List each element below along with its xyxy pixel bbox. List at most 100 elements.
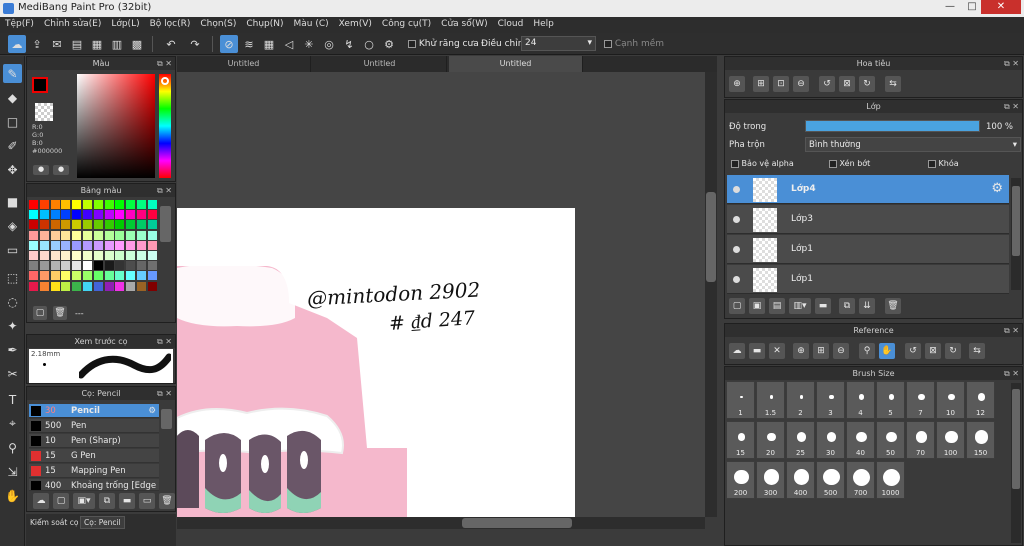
brush-size-cell[interactable]: 1.5 — [756, 381, 785, 419]
palette-swatch[interactable] — [29, 230, 38, 240]
redo-icon[interactable]: ↷ — [186, 35, 204, 53]
document-icon[interactable]: ▦ — [88, 35, 106, 53]
hand-icon[interactable]: ✋ — [879, 343, 895, 359]
flip-icon[interactable]: ⇆ — [969, 343, 985, 359]
menu-window[interactable]: Cửa sổ(W) — [436, 17, 492, 31]
select-pen-icon[interactable]: ✒ — [3, 340, 22, 359]
brush-size-scroll-thumb[interactable] — [1012, 389, 1020, 489]
palette-swatch[interactable] — [72, 251, 82, 260]
clip-option[interactable]: Xén bớt — [829, 159, 870, 168]
eraser-tool-icon[interactable]: ◆ — [3, 88, 22, 107]
palette-swatch[interactable] — [39, 281, 49, 291]
layer-row[interactable]: Lớp1 — [727, 265, 1009, 294]
palette-swatch[interactable] — [115, 251, 125, 260]
curve-snap-icon[interactable]: ↯ — [340, 35, 358, 53]
layer-row[interactable]: Lớp3 — [727, 205, 1009, 234]
eye-icon[interactable] — [733, 186, 740, 193]
flip-icon[interactable]: ⇆ — [885, 76, 901, 92]
layer-row[interactable]: Lớp1 — [727, 235, 1009, 264]
select-eraser-icon[interactable]: ✂ — [3, 364, 22, 383]
hue-slider[interactable] — [159, 74, 171, 178]
palette-swatch[interactable] — [72, 200, 82, 209]
hue-handle[interactable] — [161, 77, 169, 85]
menu-edit[interactable]: Chỉnh sửa(E) — [39, 17, 106, 31]
palette-swatch[interactable] — [29, 281, 38, 291]
palette-swatch[interactable] — [93, 240, 103, 250]
antialias-option[interactable]: Khử răng cưa — [408, 39, 479, 49]
palette-swatch[interactable] — [39, 220, 49, 230]
palette-swatch[interactable] — [61, 200, 71, 209]
antialias-checkbox[interactable] — [408, 39, 416, 48]
palette-swatch[interactable] — [137, 281, 146, 291]
palette-swatch[interactable] — [137, 251, 146, 260]
menu-color[interactable]: Màu (C) — [289, 17, 334, 31]
palette-swatch[interactable] — [115, 261, 125, 271]
protect-alpha-checkbox[interactable] — [731, 159, 739, 168]
list-icon[interactable]: ▥ — [108, 35, 126, 53]
palette-swatch[interactable] — [137, 271, 146, 281]
palette-swatch[interactable] — [126, 200, 136, 209]
palette-swatch[interactable] — [29, 251, 38, 260]
menu-file[interactable]: Tệp(F) — [0, 17, 39, 31]
palette-swatch[interactable] — [104, 230, 114, 240]
new-layer-icon[interactable]: ▢ — [729, 298, 745, 314]
panel-close-icon[interactable]: ⧉ ✕ — [157, 335, 172, 348]
merge-layer-icon[interactable]: ⇊ — [859, 298, 875, 314]
palette-swatch[interactable] — [83, 200, 92, 209]
panel-close-icon[interactable]: ⧉ ✕ — [1004, 324, 1019, 337]
fill-rect-tool-icon[interactable]: ■ — [3, 192, 22, 211]
palette-swatch[interactable] — [72, 240, 82, 250]
palette-swatch[interactable] — [147, 220, 157, 230]
panel-close-icon[interactable]: ⧉ ✕ — [157, 387, 172, 400]
adjust-dropdown[interactable]: 24 ▾ — [521, 36, 596, 51]
palette-swatch[interactable] — [93, 230, 103, 240]
palette-swatch[interactable] — [104, 210, 114, 220]
panel-close-icon[interactable]: ⧉ ✕ — [1004, 100, 1019, 113]
close-icon[interactable]: ✕ — [769, 343, 785, 359]
panel-close-icon[interactable]: ⧉ ✕ — [1004, 57, 1019, 70]
palette-swatch[interactable] — [126, 271, 136, 281]
cloud-icon[interactable]: ☁ — [8, 35, 26, 53]
delete-layer-icon[interactable]: 🗑 — [885, 298, 901, 314]
operation-tool-icon[interactable]: ⇲ — [3, 462, 22, 481]
palette-swatch[interactable] — [137, 220, 146, 230]
palette-swatch[interactable] — [115, 271, 125, 281]
palette-swatch[interactable] — [104, 261, 114, 271]
brush-size-cell[interactable]: 25 — [786, 421, 815, 459]
palette-swatch[interactable] — [39, 261, 49, 271]
palette-swatch[interactable] — [104, 200, 114, 209]
reset-view-icon[interactable]: ⊠ — [839, 76, 855, 92]
palette-swatch[interactable] — [126, 220, 136, 230]
brush-size-cell[interactable]: 50 — [876, 421, 905, 459]
palette-swatch[interactable] — [29, 261, 38, 271]
gear-icon[interactable]: ⚙ — [148, 404, 156, 418]
add-layer-menu-icon[interactable]: ▥▾ — [789, 298, 811, 314]
duplicate-layer-icon[interactable]: ⧉ — [839, 298, 855, 314]
rotate-right-icon[interactable]: ↻ — [945, 343, 961, 359]
brush-size-cell[interactable]: 500 — [816, 461, 845, 499]
palette-swatch[interactable] — [115, 240, 125, 250]
palette-swatch[interactable] — [50, 281, 60, 291]
select-tool-icon[interactable]: ⬚ — [3, 268, 22, 287]
palette-swatch[interactable] — [147, 200, 157, 209]
new-halftone-layer-icon[interactable]: ▣ — [749, 298, 765, 314]
cross-snap-icon[interactable]: ▦ — [260, 35, 278, 53]
palette-swatch[interactable] — [147, 240, 157, 250]
brush-size-cell[interactable]: 200 — [726, 461, 755, 499]
brush-size-cell[interactable]: 1 — [726, 381, 755, 419]
snap-off-icon[interactable]: ⊘ — [220, 35, 238, 53]
delete-brush-icon[interactable]: 🗑 — [159, 493, 175, 509]
palette-swatch[interactable] — [39, 200, 49, 209]
brush-size-cell[interactable]: 40 — [846, 421, 875, 459]
zoom-out-icon[interactable]: ⊖ — [793, 76, 809, 92]
palette-swatch[interactable] — [115, 200, 125, 209]
parallel-snap-icon[interactable]: ≋ — [240, 35, 258, 53]
brush-item-g-pen[interactable]: 15 G Pen — [29, 449, 159, 463]
brush-item-mapping-pen[interactable]: 15 Mapping Pen — [29, 464, 159, 478]
palette-swatch[interactable] — [147, 210, 157, 220]
document-tab-2[interactable]: Untitled — [313, 56, 447, 72]
palette-swatch[interactable] — [50, 200, 60, 209]
brush-size-cell[interactable]: 2 — [786, 381, 815, 419]
reset-view-icon[interactable]: ⊠ — [925, 343, 941, 359]
brush-size-cell[interactable]: 3 — [816, 381, 845, 419]
